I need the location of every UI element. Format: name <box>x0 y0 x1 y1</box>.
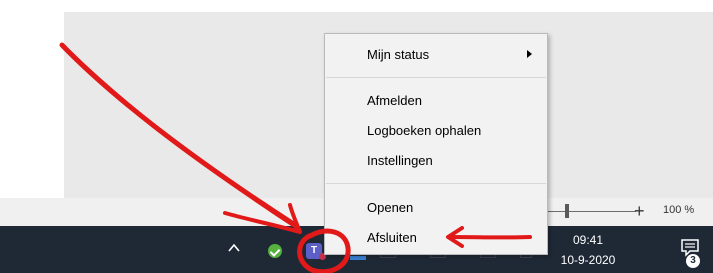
context-menu: Mijn status Afmelden Logboeken ophalen I… <box>324 33 548 255</box>
menu-separator <box>326 77 546 78</box>
clock-time: 09:41 <box>572 233 604 247</box>
zoom-slider-thumb[interactable] <box>565 204 569 218</box>
green-check-icon[interactable] <box>268 244 282 258</box>
zoom-in-button[interactable]: + <box>634 200 645 222</box>
app-indicator-icon[interactable] <box>350 256 366 260</box>
submenu-arrow-icon <box>527 50 532 58</box>
menu-item-logboeken-ophalen[interactable]: Logboeken ophalen <box>367 123 481 139</box>
zoom-slider-track[interactable] <box>548 211 636 212</box>
menu-item-instellingen[interactable]: Instellingen <box>367 153 433 169</box>
menu-separator <box>326 183 546 184</box>
clock-date: 10-9-2020 <box>560 253 616 267</box>
chevron-up-icon[interactable] <box>228 242 240 254</box>
menu-item-afsluiten[interactable]: Afsluiten <box>367 230 417 246</box>
taskbar-clock[interactable]: 09:41 10-9-2020 <box>556 230 620 270</box>
menu-item-afmelden[interactable]: Afmelden <box>367 93 422 109</box>
menu-item-openen[interactable]: Openen <box>367 200 413 216</box>
zoom-level[interactable]: 100 % <box>663 204 694 216</box>
notification-count-badge: 3 <box>686 254 700 268</box>
menu-item-mijn-status[interactable]: Mijn status <box>367 47 429 63</box>
